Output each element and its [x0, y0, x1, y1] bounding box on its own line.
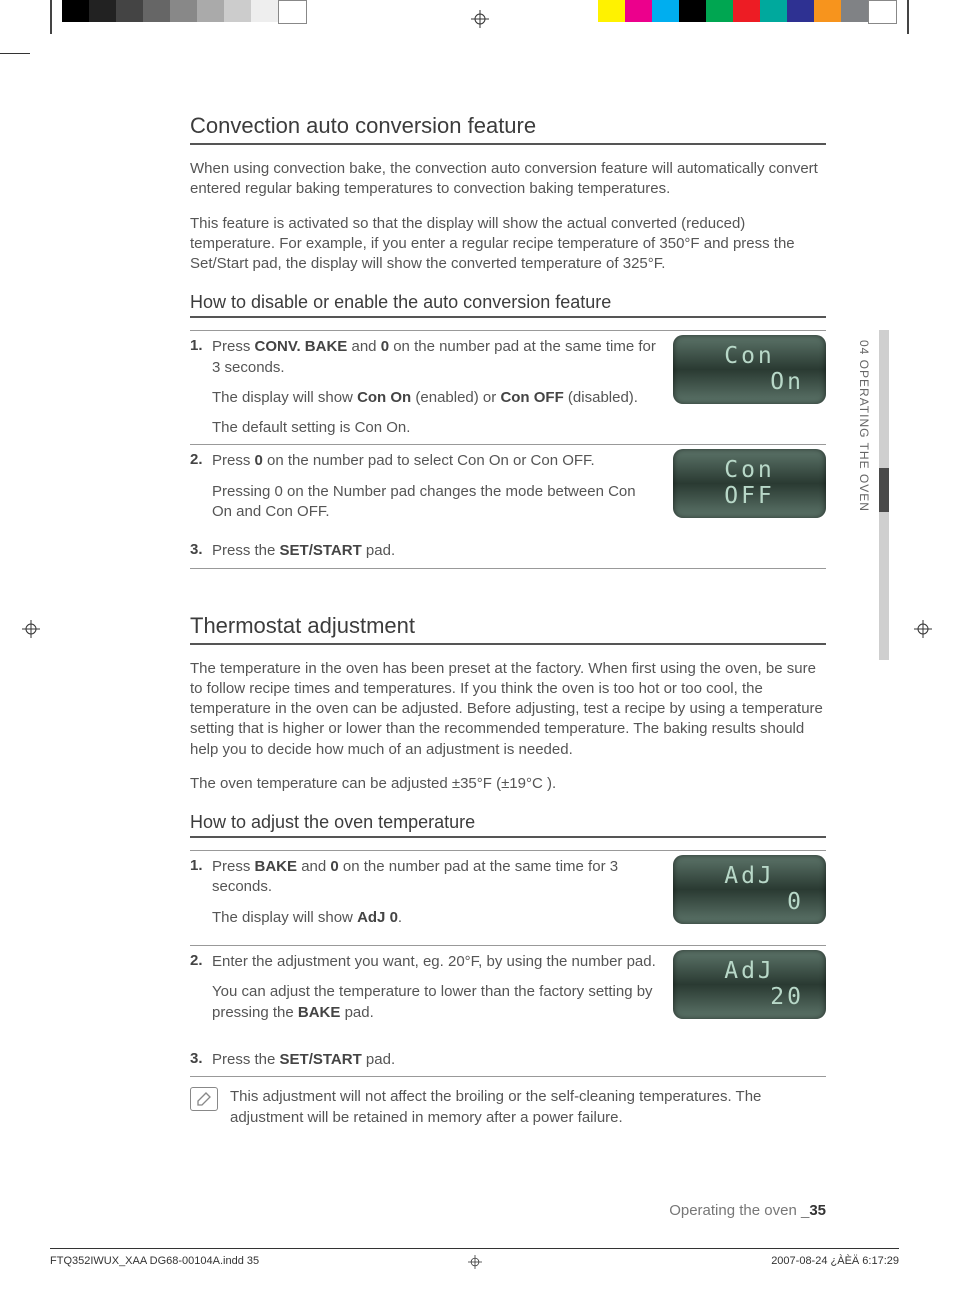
section-tab-label: 04 OPERATING THE OVEN: [857, 340, 871, 512]
section-heading: Convection auto conversion feature: [190, 113, 826, 145]
step-number: 2.: [190, 451, 212, 468]
step-item: 2. Press 0 on the number pad to select C…: [190, 445, 826, 535]
registration-mark-icon: [471, 10, 489, 28]
page-footer: Operating the oven _35: [190, 1202, 826, 1219]
step-item: 1. Press CONV. BAKE and 0 on the number …: [190, 331, 826, 445]
print-footer: FTQ352IWUX_XAA DG68-00104A.indd 35 2007-…: [50, 1248, 899, 1281]
page-content: Convection auto conversion feature When …: [190, 113, 826, 1128]
section-tab: 04 OPERATING THE OVEN: [851, 330, 889, 660]
subsection-heading: How to adjust the oven temperature: [190, 812, 826, 838]
note-block: This adjustment will not affect the broi…: [190, 1087, 826, 1128]
note-icon: [190, 1087, 218, 1111]
body-text: The oven temperature can be adjusted ±35…: [190, 774, 826, 794]
step-item: 2. Enter the adjustment you want, eg. 20…: [190, 946, 826, 1044]
display-adj-0: AdJ0: [673, 855, 826, 924]
step-number: 3.: [190, 1050, 212, 1067]
subsection-heading: How to disable or enable the auto conver…: [190, 292, 826, 318]
note-text: This adjustment will not affect the broi…: [230, 1087, 826, 1128]
body-text: The temperature in the oven has been pre…: [190, 659, 826, 760]
grayscale-swatches: [62, 0, 307, 22]
body-text: When using convection bake, the convecti…: [190, 159, 826, 200]
registration-mark-icon: [22, 620, 40, 638]
step-item: 1. Press BAKE and 0 on the number pad at…: [190, 851, 826, 946]
step-number: 3.: [190, 541, 212, 558]
registration-mark-icon: [468, 1255, 482, 1269]
display-con-off: ConOFF: [673, 449, 826, 518]
color-swatches: [598, 0, 897, 22]
step-number: 1.: [190, 337, 212, 354]
registration-mark-icon: [914, 620, 932, 638]
display-adj-20: AdJ20: [673, 950, 826, 1019]
print-file: FTQ352IWUX_XAA DG68-00104A.indd 35: [50, 1255, 259, 1281]
body-text: This feature is activated so that the di…: [190, 214, 826, 275]
step-item: 3. Press the SET/START pad.: [190, 1044, 826, 1077]
step-item: 3. Press the SET/START pad.: [190, 535, 826, 568]
step-number: 2.: [190, 952, 212, 969]
section-heading: Thermostat adjustment: [190, 613, 826, 645]
print-date: 2007-08-24 ¿ÀÈÄ 6:17:29: [771, 1255, 899, 1281]
step-number: 1.: [190, 857, 212, 874]
registration-strip: [50, 0, 909, 34]
display-con-on: ConOn: [673, 335, 826, 404]
